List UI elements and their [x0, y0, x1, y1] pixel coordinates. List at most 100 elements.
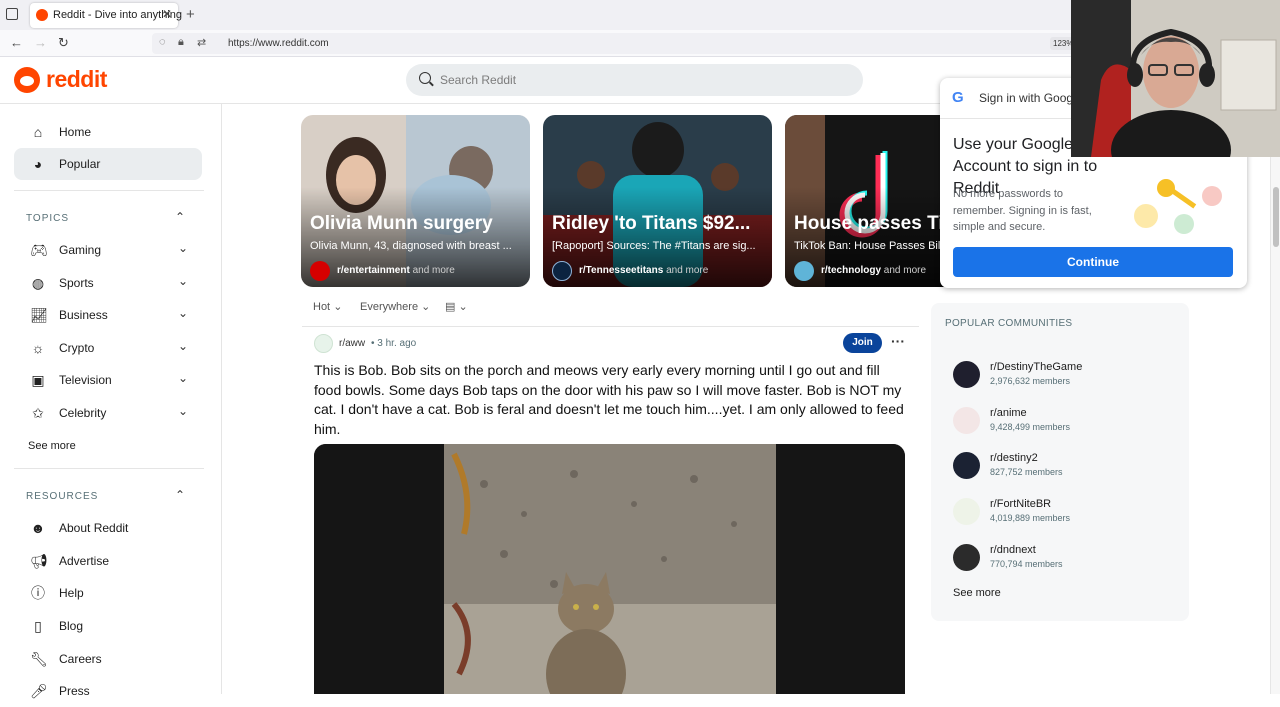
sidebar-item-label: Careers: [59, 652, 102, 666]
location-dropdown[interactable]: Everywhere ⌄: [360, 300, 430, 313]
card-subtitle: TikTok Ban: House Passes Bill: [794, 240, 943, 252]
chevron-up-icon[interactable]: ⌃: [175, 488, 185, 502]
book-icon: ▯: [34, 618, 42, 634]
wrench-icon: 🔧︎: [30, 651, 48, 667]
sidebar-item-sports[interactable]: ◍ Sports ⌄: [14, 267, 202, 299]
chart-icon: 📈︎: [30, 307, 48, 323]
sidebar-item-label: Help: [59, 586, 84, 600]
community-item[interactable]: r/anime 9,428,499 members: [953, 406, 1173, 436]
topics-see-more-link[interactable]: See more: [28, 440, 76, 452]
chevron-up-icon[interactable]: ⌃: [175, 210, 185, 224]
chevron-down-icon[interactable]: ⌄: [178, 404, 188, 418]
chevron-down-icon[interactable]: ⌄: [178, 339, 188, 353]
chevron-down-icon[interactable]: ⌄: [178, 274, 188, 288]
scrollbar-thumb[interactable]: [1273, 187, 1279, 247]
card-subtitle: [Rapoport] Sources: The #Titans are sig.…: [552, 240, 756, 252]
close-tab-icon[interactable]: ✕: [162, 7, 172, 21]
search-input[interactable]: Search Reddit: [406, 64, 863, 96]
trending-card-1[interactable]: Olivia Munn surgery Olivia Munn, 43, dia…: [301, 115, 530, 287]
sidebar-item-about-reddit[interactable]: ☻ About Reddit: [14, 512, 202, 544]
community-item[interactable]: r/dndnext 770,794 members: [953, 543, 1173, 573]
google-logo-icon: G: [952, 89, 964, 106]
google-popup-description: No more passwords to remember. Signing i…: [953, 188, 1092, 233]
shield-icon[interactable]: ◌: [159, 36, 166, 48]
community-members: 827,752 members: [990, 467, 1063, 477]
sidebar-item-press[interactable]: 🎤︎ Press: [14, 675, 202, 707]
community-name: r/anime: [990, 407, 1027, 419]
view-dropdown[interactable]: ▤ ⌄: [445, 300, 468, 313]
megaphone-icon: 📢︎: [30, 553, 48, 569]
sidebar-item-label: Sports: [59, 276, 94, 290]
webcam-overlay: [1071, 0, 1280, 157]
sidebar-item-label: Crypto: [59, 341, 95, 355]
reload-icon[interactable]: ↻: [58, 35, 69, 51]
community-members: 4,019,889 members: [990, 513, 1071, 523]
gamepad-icon: 🎮︎: [30, 242, 48, 258]
more-options-icon[interactable]: ···: [891, 333, 905, 349]
card-community: r/technology and more: [821, 265, 926, 276]
help-icon: ⓘ: [31, 585, 45, 601]
topics-heading: TOPICS: [26, 213, 70, 224]
new-tab-icon[interactable]: +: [186, 6, 195, 23]
popular-communities-heading: POPULAR COMMUNITIES: [945, 318, 1073, 329]
post-title[interactable]: This is Bob. Bob sits on the porch and m…: [314, 361, 904, 439]
sort-dropdown[interactable]: Hot ⌄: [313, 300, 342, 313]
community-avatar: [953, 361, 980, 388]
post-media[interactable]: [314, 444, 905, 694]
community-avatar: [794, 261, 814, 281]
chevron-down-icon[interactable]: ⌄: [178, 241, 188, 255]
chevron-down-icon: ⌄: [421, 301, 431, 313]
sidebar-item-label: Gaming: [59, 243, 102, 257]
sports-icon: ◍: [31, 275, 45, 291]
logo-wordmark: reddit: [46, 66, 107, 92]
home-icon: ⌂: [33, 124, 43, 140]
sidebar-item-blog[interactable]: ▯ Blog: [14, 610, 202, 642]
sidebar-item-label: Home: [59, 125, 92, 139]
community-item[interactable]: r/DestinyTheGame 2,976,632 members: [953, 360, 1173, 390]
sidebar-item-crypto[interactable]: ☼ Crypto ⌄: [14, 332, 202, 364]
sidebar-item-popular[interactable]: ◕ Popular: [14, 148, 202, 180]
community-avatar: [953, 544, 980, 571]
sidebar-item-celebrity[interactable]: ✩ Celebrity ⌄: [14, 397, 202, 429]
sidebar-item-help[interactable]: ⓘ Help: [14, 577, 202, 609]
communities-see-more-link[interactable]: See more: [953, 587, 1001, 599]
and-more: and more: [412, 265, 455, 276]
reddit-favicon-icon: [36, 9, 48, 21]
search-icon: [419, 72, 431, 84]
subreddit-avatar[interactable]: [314, 334, 333, 353]
post-subreddit-link[interactable]: r/aww: [339, 338, 365, 349]
trending-card-2[interactable]: Ridley 'to Titans $92... [Rapoport] Sour…: [543, 115, 772, 287]
community-name: r/entertainment: [337, 265, 410, 276]
permissions-icon[interactable]: ⇄: [197, 36, 206, 49]
community-avatar: [953, 498, 980, 525]
mic-icon: 🎤︎: [30, 683, 48, 699]
community-members: 2,976,632 members: [990, 376, 1071, 386]
location-label: Everywhere: [360, 301, 419, 313]
sidebar-item-television[interactable]: ▣ Television ⌄: [14, 364, 202, 396]
card-view-icon: ▤: [445, 301, 456, 313]
sidebar-item-home[interactable]: ⌂ Home: [14, 116, 202, 148]
google-popup-header: Sign in with Google: [979, 91, 1083, 105]
sidebar-item-advertise[interactable]: 📢︎ Advertise: [14, 545, 202, 577]
reddit-icon: ☻: [30, 520, 46, 536]
chevron-down-icon[interactable]: ⌄: [178, 371, 188, 385]
post-timestamp: • 3 hr. ago: [371, 338, 417, 349]
browser-tab[interactable]: Reddit - Dive into anything ✕: [30, 3, 182, 28]
community-members: 770,794 members: [990, 559, 1063, 569]
lock-icon[interactable]: 🔒︎: [178, 36, 184, 49]
popular-icon: ◕: [33, 156, 43, 172]
tab-list-icon[interactable]: [6, 8, 18, 20]
community-item[interactable]: r/FortNiteBR 4,019,889 members: [953, 497, 1173, 527]
sidebar-item-gaming[interactable]: 🎮︎ Gaming ⌄: [14, 234, 202, 266]
join-button[interactable]: Join: [843, 333, 882, 353]
chevron-down-icon[interactable]: ⌄: [178, 306, 188, 320]
sidebar-item-business[interactable]: 📈︎ Business ⌄: [14, 299, 202, 331]
forward-icon[interactable]: →: [34, 35, 47, 50]
sidebar-item-careers[interactable]: 🔧︎ Careers: [14, 643, 202, 675]
back-icon[interactable]: ←: [10, 35, 23, 50]
community-item[interactable]: r/destiny2 827,752 members: [953, 451, 1173, 481]
resources-heading: RESOURCES: [26, 491, 99, 502]
page-scrollbar[interactable]: [1270, 157, 1280, 694]
continue-button[interactable]: Continue: [953, 247, 1233, 277]
community-name: r/dndnext: [990, 544, 1036, 556]
